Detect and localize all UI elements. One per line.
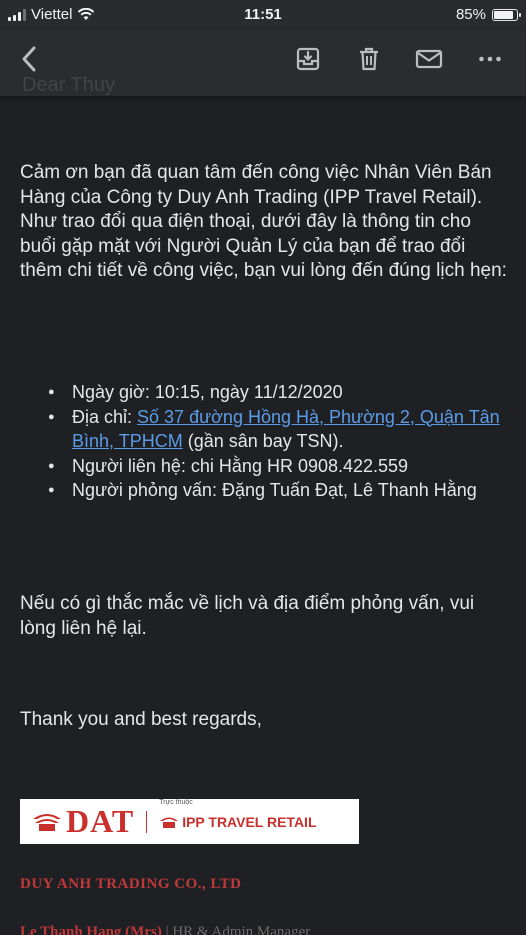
dat-logo: DAT <box>32 803 134 840</box>
closing-question-paragraph: Nếu có gì thắc mắc về lịch và địa điểm p… <box>20 593 475 639</box>
affiliation-label: Trực thuộc <box>159 798 193 806</box>
clock: 11:51 <box>244 6 282 23</box>
ipp-logo: Trực thuộc IPP TRAVEL RETAIL <box>159 799 317 830</box>
status-bar: Viettel 11:51 85% <box>0 0 526 30</box>
list-item-address: Địa chỉ: Số 37 đường Hồng Hà, Phường 2, … <box>22 405 512 454</box>
battery-group: 85% <box>455 6 521 23</box>
sign-off: Thank you and best regards, <box>20 709 262 730</box>
battery-icon <box>492 8 521 21</box>
appointment-details-list: Ngày giờ: 10:15, ngày 11/12/2020 Địa chỉ… <box>22 380 512 503</box>
more-options-button[interactable] <box>475 44 505 74</box>
more-icon <box>479 56 501 62</box>
company-logo-banner: DAT Trực thuộc IPP TRAVEL RETAIL <box>20 799 359 844</box>
list-item-interviewers: Người phỏng vấn: Đặng Tuấn Đạt, Lê Thanh… <box>22 478 512 503</box>
company-name: DUY ANH TRADING CO., LTD <box>20 876 242 892</box>
dat-logo-text: DAT <box>66 803 135 839</box>
list-item-datetime: Ngày giờ: 10:15, ngày 11/12/2020 <box>22 380 512 405</box>
mail-icon <box>415 49 443 69</box>
battery-percent: 85% <box>455 6 486 23</box>
ipp-logo-text: IPP TRAVEL RETAIL <box>182 813 317 830</box>
archive-icon <box>296 47 320 71</box>
mark-unread-button[interactable] <box>414 44 444 74</box>
scrolled-greeting: Dear Thuy <box>22 74 116 96</box>
ipp-roof-icon <box>160 817 179 828</box>
dat-roof-icon <box>33 813 61 831</box>
email-toolbar: Dear Thuy <box>0 30 526 96</box>
back-icon <box>22 46 36 72</box>
list-item-contact: Người liên hệ: chi Hằng HR 0908.422.559 <box>22 454 512 479</box>
signer-role: | HR & Admin Manager <box>161 924 311 935</box>
signature-line: Le Thanh Hang (Mrs) | HR & Admin Manager <box>20 924 310 935</box>
battery-level <box>494 10 513 19</box>
trash-icon <box>360 47 378 71</box>
delete-button[interactable] <box>354 44 384 74</box>
email-intro-paragraph: Cảm ơn bạn đã quan tâm đến công việc Nhâ… <box>20 162 507 281</box>
back-button[interactable] <box>14 44 44 74</box>
logo-divider <box>146 810 148 833</box>
archive-button[interactable] <box>293 44 323 74</box>
signer-name: Le Thanh Hang (Mrs) <box>20 924 162 935</box>
